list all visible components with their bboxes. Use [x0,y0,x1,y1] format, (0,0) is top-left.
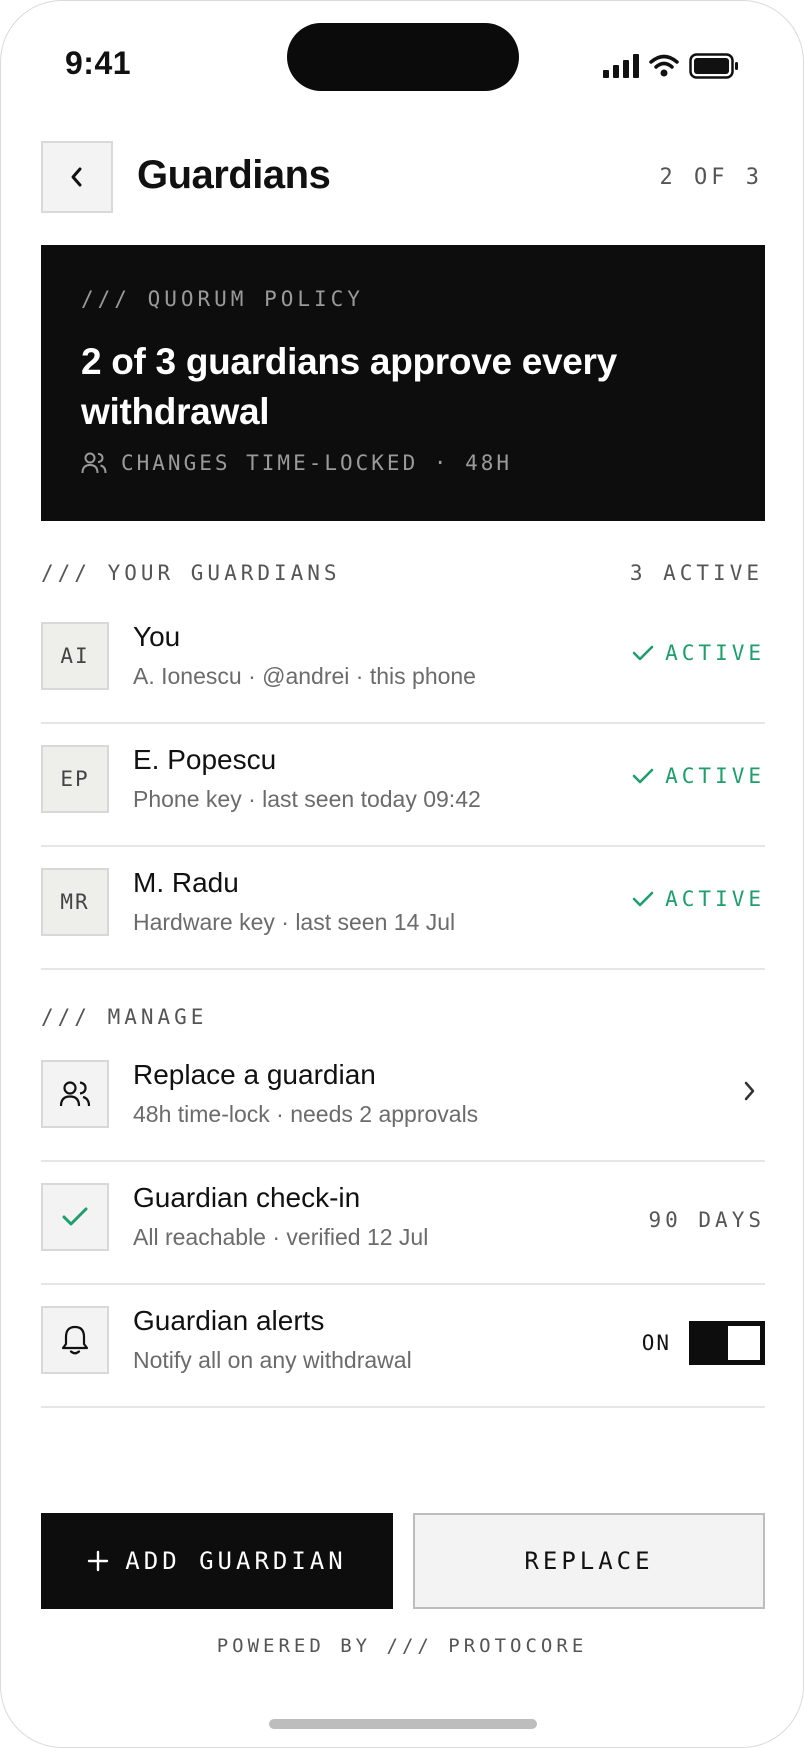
replace-guardian-row[interactable]: Replace a guardian 48h time-lock · needs… [41,1039,765,1162]
page-title: Guardians [137,153,331,197]
check-icon-tile [41,1183,109,1251]
policy-title: 2 of 3 guardians approve every withdrawa… [81,341,617,432]
guardian-checkin-title: Guardian check-in [133,1182,361,1213]
powered-by: POWERED BY /// PROTOCORE [216,1635,588,1657]
avatar: MR [41,868,109,936]
wifi-icon [649,54,679,77]
check-icon [632,645,654,661]
phone-screen: 9:41 Guardians 2 OF 3 /// QUORUM POLICY … [0,0,804,1748]
home-indicator[interactable] [269,1719,537,1729]
battery-icon [689,53,738,79]
chevron-left-icon [71,167,82,187]
avatar: AI [41,622,109,690]
alerts-control: ON [642,1321,765,1365]
replace-button[interactable]: REPLACE [413,1513,765,1609]
status-text: ACTIVE [665,764,765,788]
status-icons [603,53,739,79]
status-badge: ACTIVE [631,887,765,911]
guardians-section-label: /// YOUR GUARDIANS [41,561,341,585]
guardian-name: E. Popescu [133,744,277,775]
manage-section-label: /// MANAGE [41,1005,208,1029]
policy-eyebrow: /// QUORUM POLICY [81,287,364,311]
policy-meta-text: CHANGES TIME-LOCKED · 48H [121,451,513,475]
status-text: ACTIVE [665,887,765,911]
avatar: EP [41,745,109,813]
guardian-row[interactable]: AI You A. Ionescu · @andrei · this phone… [41,601,765,724]
status-time: 9:41 [65,45,132,81]
replace-guardian-detail: 48h time-lock · needs 2 approvals [133,1101,479,1127]
guardian-row[interactable]: EP E. Popescu Phone key · last seen toda… [41,724,765,847]
status-text: ACTIVE [665,641,765,665]
check-icon [62,1207,88,1226]
users-icon-tile [41,1060,109,1128]
guardian-row[interactable]: MR M. Radu Hardware key · last seen 14 J… [41,847,765,970]
guardian-alerts-detail: Notify all on any withdrawal [133,1347,412,1373]
chevron-right-icon[interactable] [741,1079,759,1103]
status-badge: ACTIVE [631,641,765,665]
policy-meta: CHANGES TIME-LOCKED · 48H [81,451,512,475]
manage-section-header: /// MANAGE [41,1005,763,1029]
guardian-detail: Phone key · last seen today 09:42 [133,786,481,812]
replace-label: REPLACE [524,1547,654,1575]
guardian-checkin-row[interactable]: Guardian check-in All reachable · verifi… [41,1162,765,1285]
guardian-detail: Hardware key · last seen 14 Jul [133,909,456,935]
bell-icon-tile [41,1306,109,1374]
check-icon [632,768,654,784]
quorum-policy-card: /// QUORUM POLICY 2 of 3 guardians appro… [41,245,765,521]
alerts-toggle[interactable] [689,1321,765,1365]
add-guardian-label: ADD GUARDIAN [125,1547,347,1575]
add-guardian-button[interactable]: ADD GUARDIAN [41,1513,393,1609]
alerts-state-label: ON [641,1331,671,1355]
dynamic-island [287,23,519,91]
guardian-name: M. Radu [133,867,239,898]
guardians-section-header: /// YOUR GUARDIANS 3 ACTIVE [41,561,763,585]
signal-icon [603,54,639,78]
guardians-active-count: 3 ACTIVE [629,561,763,585]
replace-guardian-title: Replace a guardian [133,1059,376,1090]
guardian-name: You [133,621,181,652]
back-button[interactable] [41,141,113,213]
users-icon [81,452,107,474]
guardian-alerts-row: Guardian alerts Notify all on any withdr… [41,1285,765,1408]
guardian-checkin-detail: All reachable · verified 12 Jul [133,1224,429,1250]
bell-icon [61,1325,89,1355]
status-badge: ACTIVE [631,764,765,788]
step-indicator: 2 OF 3 [659,165,763,190]
guardian-alerts-title: Guardian alerts [133,1305,325,1336]
guardian-detail: A. Ionescu · @andrei · this phone [133,663,476,689]
plus-icon [88,1550,109,1572]
toggle-knob [728,1326,760,1360]
check-icon [632,891,654,907]
checkin-interval: 90 DAYS [648,1208,765,1232]
users-icon [59,1081,91,1107]
